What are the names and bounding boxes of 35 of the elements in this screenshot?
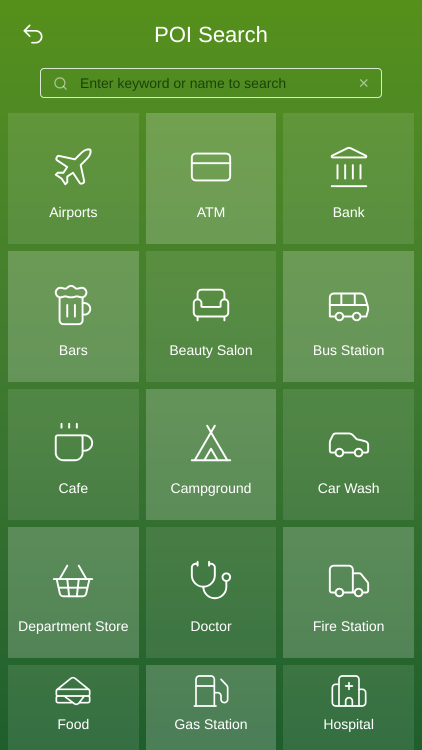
category-label: Doctor <box>190 617 232 636</box>
category-label: Bars <box>58 341 88 360</box>
category-label: Cafe <box>58 479 88 498</box>
category-tile[interactable]: Hospital <box>283 665 414 750</box>
category-label: Car Wash <box>318 479 380 498</box>
category-tile[interactable]: Bank <box>283 113 414 244</box>
page-title: POI Search <box>154 20 268 48</box>
category-tile[interactable]: ATM <box>146 113 276 244</box>
category-label: Gas Station <box>174 715 248 734</box>
category-label: Bank <box>332 203 365 222</box>
category-label: Campground <box>170 479 252 498</box>
category-tile[interactable]: Airports <box>8 113 139 244</box>
clear-icon[interactable]: × <box>358 74 369 92</box>
category-tile[interactable]: Bus Station <box>283 251 414 382</box>
category-tile[interactable]: Food <box>8 665 139 750</box>
category-tile[interactable]: Gas Station <box>146 665 276 750</box>
category-tile[interactable]: Car Wash <box>283 389 414 520</box>
search-icon <box>53 76 68 90</box>
category-tile[interactable]: Doctor <box>146 527 276 658</box>
category-label: Hospital <box>323 715 374 734</box>
category-tile[interactable]: Campground <box>146 389 276 520</box>
category-tile[interactable]: Beauty Salon <box>146 251 276 382</box>
category-tile[interactable]: Bars <box>8 251 139 382</box>
category-label: ATM <box>196 203 226 222</box>
category-label: Bus Station <box>312 341 384 360</box>
category-label: Department Store <box>18 617 129 636</box>
search-input[interactable]: Enter keyword or name to search <box>80 72 346 94</box>
search-field[interactable]: Enter keyword or name to search × <box>40 68 382 98</box>
category-label: Food <box>57 715 90 734</box>
category-tile[interactable]: Cafe <box>8 389 139 520</box>
category-tile[interactable]: Department Store <box>8 527 139 658</box>
category-label: Beauty Salon <box>169 341 253 360</box>
category-tile[interactable]: Fire Station <box>283 527 414 658</box>
category-label: Airports <box>49 203 98 222</box>
category-label: Fire Station <box>312 617 384 636</box>
